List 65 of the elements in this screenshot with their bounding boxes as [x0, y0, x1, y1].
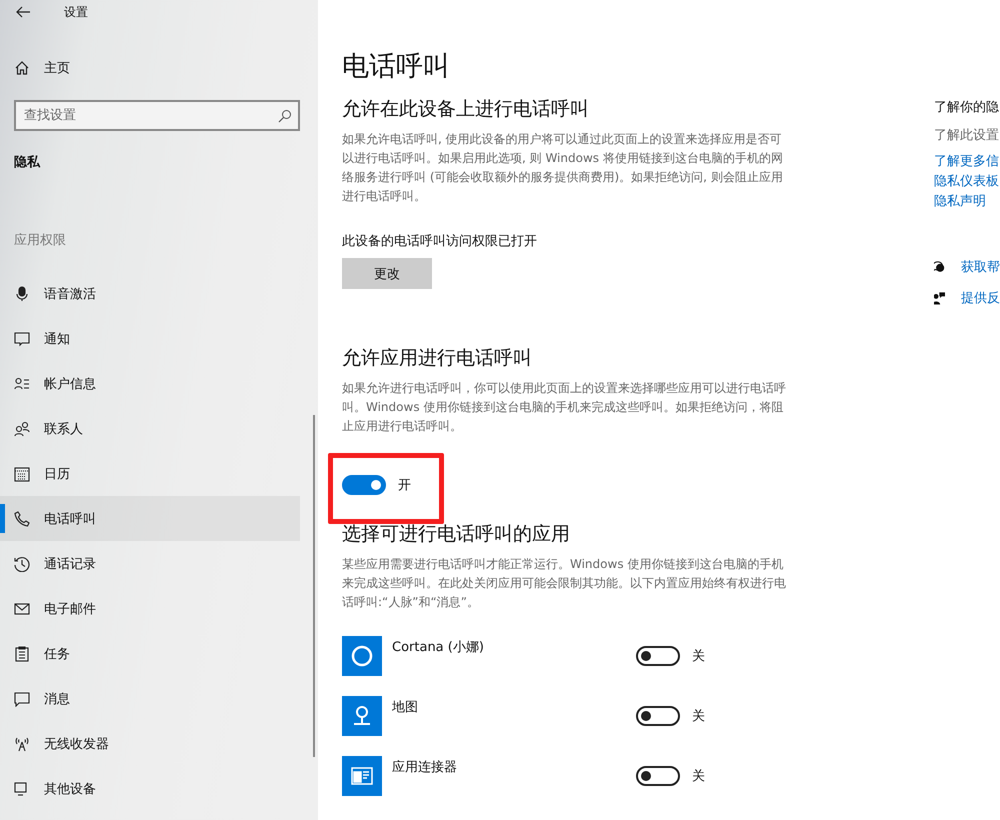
aside-link[interactable]: 隐私声明 [934, 192, 1000, 212]
sidebar-item[interactable]: 消息 [0, 676, 300, 721]
selection-indicator [0, 504, 5, 533]
section-heading: 选择可进行电话呼叫的应用 [342, 522, 571, 547]
window-title: 设置 [64, 4, 88, 20]
radio-icon [14, 736, 30, 752]
toggle-label: 关 [692, 708, 705, 725]
section-heading: 允许在此设备上进行电话呼叫 [342, 97, 590, 122]
change-button[interactable]: 更改 [342, 258, 432, 289]
mail-icon [14, 600, 30, 616]
aside-link[interactable]: 提供反 [961, 289, 1000, 307]
sidebar-item[interactable]: 无线收发器 [0, 721, 300, 766]
app-name: Cortana (小娜) [392, 639, 485, 656]
phone-icon [14, 510, 30, 526]
history-icon [14, 556, 30, 572]
section-title: 隐私 [14, 154, 42, 171]
sidebar-item[interactable]: 通话记录 [0, 541, 300, 586]
sidebar-item[interactable]: 其他设备 [0, 766, 300, 811]
app-icon [342, 636, 382, 676]
mic-icon [14, 286, 30, 302]
sidebar-item[interactable]: 通知 [0, 316, 300, 361]
calendar-icon [14, 466, 30, 482]
help-chat-icon [934, 259, 945, 275]
aside-link[interactable]: 隐私仪表板 [934, 172, 1000, 192]
home-icon [14, 60, 30, 76]
app-name: 地图 [392, 699, 419, 716]
section-description: 如果允许电话呼叫, 使用此设备的用户将可以通过此页面上的设置来选择应用是否可以进行电话呼叫。如果启用此选项, 则 Windows 将使用链接到这台电脑的手机的网络服务进行呼叫 (可能会收取额外的服务提供商费用)。如果拒绝访问, 则会阻止应用进行电话呼叫。 [342, 131, 784, 205]
sidebar-item[interactable]: 任务 [0, 631, 300, 676]
aside-link[interactable]: 获取帮 [961, 258, 1000, 276]
back-arrow-icon[interactable] [16, 6, 30, 18]
sidebar-item[interactable]: 语音激活 [0, 271, 300, 316]
aside-link[interactable]: 了解更多信 [934, 152, 1000, 172]
message-icon [14, 690, 30, 706]
app-icon [342, 756, 382, 796]
aside-heading: 了解你的隐 [934, 99, 1000, 116]
feedback-icon [934, 290, 945, 306]
toggle-switch[interactable] [636, 766, 680, 786]
aside-text: 了解此设置 [934, 127, 1000, 144]
toggle-switch[interactable] [636, 706, 680, 726]
sidebar-item[interactable]: 帐户信息 [0, 361, 300, 406]
toggle-label: 开 [398, 477, 411, 494]
sidebar-item[interactable]: 电话呼叫 [0, 496, 300, 541]
account-icon [14, 376, 30, 392]
contacts-icon [14, 420, 30, 436]
sidebar-item[interactable]: 日历 [0, 451, 300, 496]
app-icon [342, 696, 382, 736]
status-text: 此设备的电话呼叫访问权限已打开 [342, 233, 538, 250]
scrollbar[interactable] [313, 415, 315, 757]
note-icon [14, 330, 30, 346]
section-heading: 允许应用进行电话呼叫 [342, 346, 533, 371]
group-label: 应用权限 [14, 232, 67, 249]
toggle-switch[interactable] [342, 475, 386, 495]
sidebar-item[interactable]: 联系人 [0, 406, 300, 451]
home-link[interactable]: 主页 [44, 59, 70, 77]
toggle-switch[interactable] [636, 646, 680, 666]
section-description: 某些应用需要进行电话呼叫才能正常运行。Windows 使用你链接到这台电脑的手机来完成这些呼叫。在此处关闭应用可能会限制其功能。以下内置应用始终有权进行电话呼叫:“人脉”和“消息”。 [342, 556, 787, 611]
tasks-icon [14, 646, 30, 662]
search-field[interactable]: 查找设置 [14, 100, 300, 131]
search-icon [278, 109, 292, 123]
sidebar-item[interactable]: 电子邮件 [0, 586, 300, 631]
toggle-label: 关 [692, 648, 705, 665]
toggle-label: 关 [692, 768, 705, 785]
section-description: 如果允许进行电话呼叫，你可以使用此页面上的设置来选择哪些应用可以进行电话呼叫。Windows 使用你链接到这台电脑的手机来完成这些呼叫。如果拒绝访问，将阻止应用进行电话呼叫。 [342, 380, 787, 435]
app-name: 应用连接器 [392, 759, 458, 776]
page-title: 电话呼叫 [342, 50, 451, 84]
